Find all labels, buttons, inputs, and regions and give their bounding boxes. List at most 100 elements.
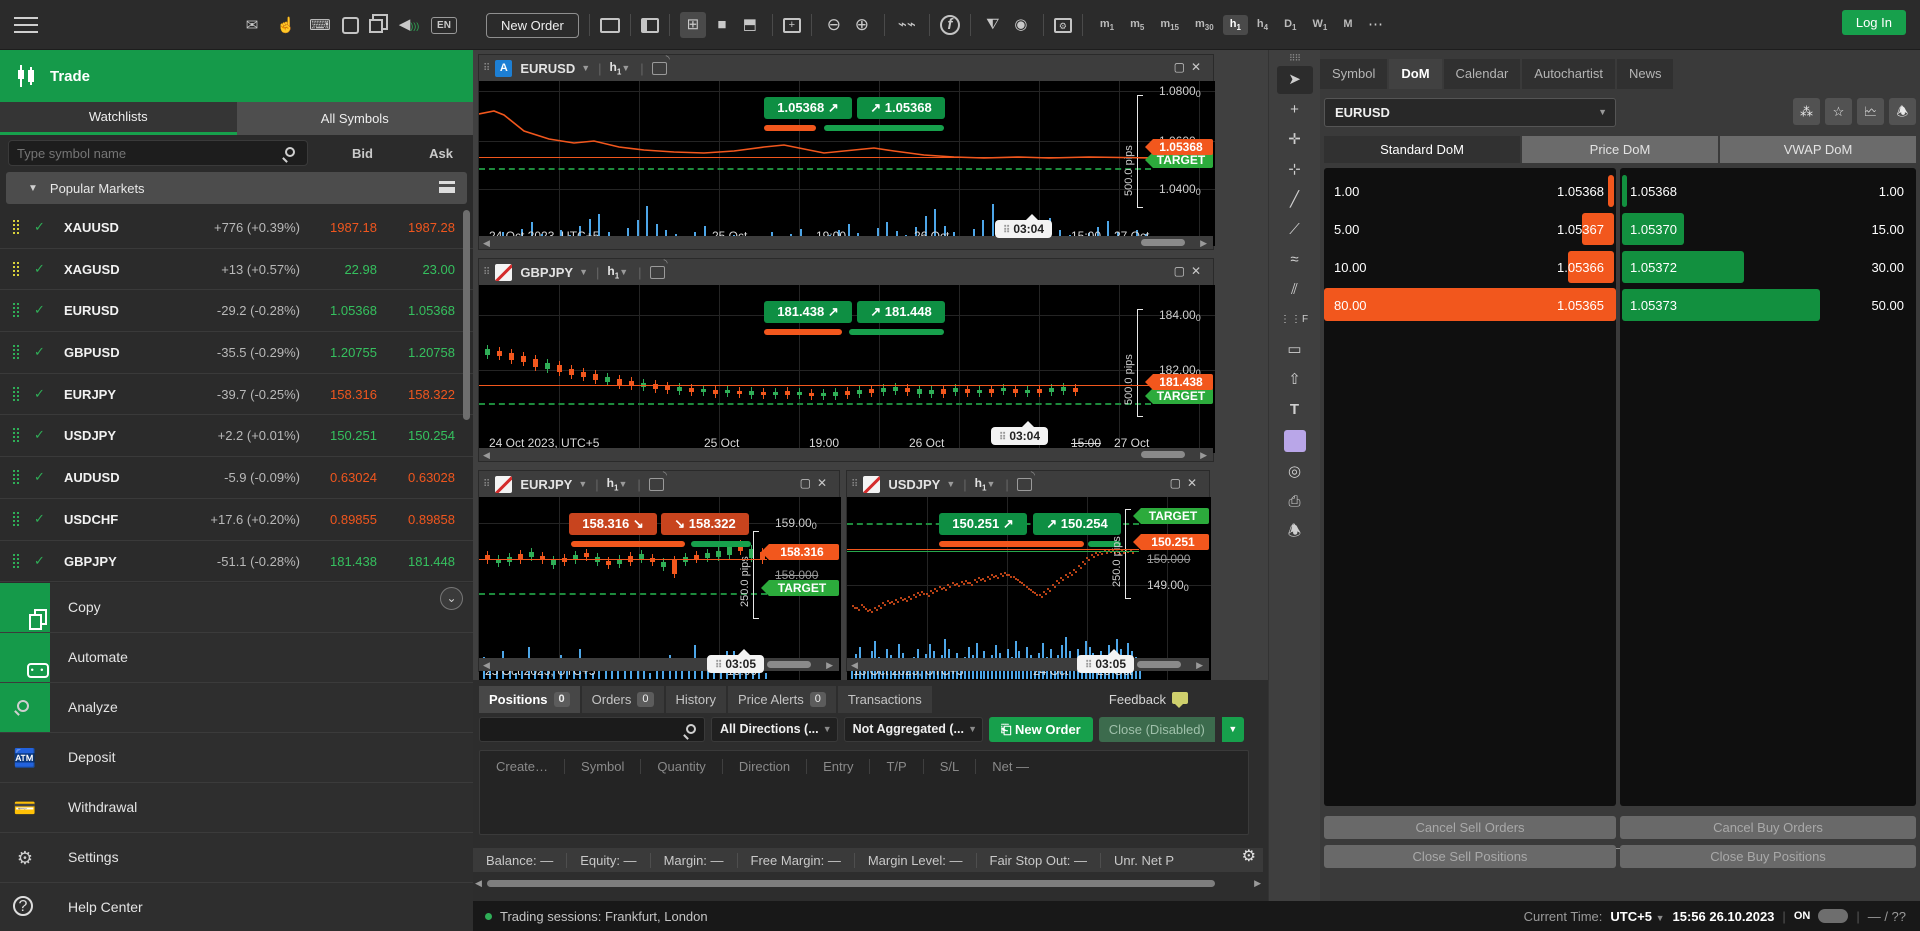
buy-button[interactable]: ↗ 150.254 — [1033, 513, 1121, 535]
chart-plot-eurusd[interactable]: 1.05368 ↗↗ 1.053681.080001.060001.040001… — [479, 81, 1215, 246]
chart-header[interactable]: ⠿GBPJPY▼|h1▼|▢✕ — [479, 259, 1213, 285]
timeframe-W1[interactable]: W1 — [1305, 15, 1334, 35]
drag-handle-icon[interactable] — [12, 511, 22, 529]
trade-banner[interactable]: Trade — [0, 50, 473, 102]
timeframe-m30[interactable]: m30 — [1188, 15, 1221, 35]
grid-4-view-icon[interactable]: ⊞ — [680, 12, 706, 38]
timeframe-m1[interactable]: m1 — [1093, 15, 1121, 35]
share-icon[interactable]: ⁂ — [1793, 98, 1820, 125]
dom-buy-row[interactable]: 1.053681.00 — [1620, 174, 1916, 211]
fullscreen-icon[interactable] — [342, 17, 359, 34]
group-header-popular-markets[interactable]: ▼ Popular Markets — [6, 172, 467, 204]
maximize-icon[interactable]: ▢ — [1174, 264, 1191, 278]
table-header-1[interactable]: Symbol — [565, 759, 641, 774]
chart-horizontal-scrollbar[interactable]: ◀▶ — [479, 658, 839, 671]
watchlist-row-XAUUSD[interactable]: ✓XAUUSD+776 (+0.39%)1987.181987.28 — [0, 207, 473, 249]
zoom-in-icon[interactable]: ⊕ — [850, 13, 874, 37]
language-selector[interactable]: EN — [431, 17, 457, 34]
watchlist-scroll-down-button[interactable]: ⌄ — [440, 587, 463, 610]
menu-item-analyze[interactable]: Analyze — [0, 683, 473, 733]
watchlist-row-GBPUSD[interactable]: ✓GBPUSD-35.5 (-0.29%)1.207551.20758 — [0, 332, 473, 374]
chart-header[interactable]: ⠿AEURUSD▼|h1▼|▢✕ — [479, 55, 1213, 81]
dom-tab-news[interactable]: News — [1617, 59, 1674, 89]
maximize-icon[interactable]: ▢ — [800, 476, 817, 490]
timeframe-h1[interactable]: h1 — [1223, 15, 1248, 35]
watchlist-ask[interactable]: 1.05368 — [408, 303, 455, 318]
watchlist-row-EURJPY[interactable]: ✓EURJPY-39.7 (-0.25%)158.316158.322 — [0, 374, 473, 416]
zoom-out-icon[interactable]: ⊖ — [822, 13, 846, 37]
single-view-icon[interactable]: ■ — [710, 13, 734, 37]
chart-horizontal-scrollbar[interactable]: ◀▶ — [479, 236, 1213, 249]
group-menu-icon[interactable] — [439, 181, 455, 193]
mail-icon[interactable]: ✉ — [240, 14, 264, 38]
drag-handle-icon[interactable] — [12, 553, 22, 571]
timeframe-D1[interactable]: D1 — [1277, 15, 1303, 35]
maximize-icon[interactable]: ▢ — [1174, 60, 1191, 74]
direction-filter-dropdown[interactable]: All Directions (...▼ — [711, 717, 838, 742]
chart-plot-gbpjpy[interactable]: 181.438 ↗↗ 181.448184.000182.000181.438T… — [479, 285, 1215, 453]
rectangle-tool-icon[interactable]: ▭ — [1277, 336, 1313, 364]
table-header-0[interactable]: Create… — [480, 759, 565, 774]
dom-sell-row[interactable]: 80.001.05365 — [1324, 288, 1616, 325]
new-order-button-bottom[interactable]: ⎗ New Order — [989, 717, 1093, 742]
drag-handle-icon[interactable] — [12, 261, 22, 279]
bottom-tab-history[interactable]: History — [666, 686, 726, 713]
timeframe-m15[interactable]: m15 — [1153, 15, 1186, 35]
fibonacci-tool-icon[interactable]: ⋮⋮F — [1277, 306, 1313, 334]
chart-link-none-icon[interactable] — [495, 476, 512, 493]
login-button[interactable]: Log In — [1842, 10, 1906, 35]
chart-drag-handle-icon[interactable]: ⠿ — [483, 63, 489, 74]
sell-button[interactable]: 1.05368 ↗ — [764, 97, 852, 119]
dom-sell-row[interactable]: 1.001.05368 — [1324, 174, 1616, 211]
close-buy-positions-button[interactable]: Close Buy Positions — [1620, 845, 1916, 868]
watchlist-bid[interactable]: 22.98 — [344, 262, 377, 277]
watchlist-bid[interactable]: 0.89855 — [330, 512, 377, 527]
dom-tab-dom[interactable]: DoM — [1389, 59, 1441, 89]
positions-search-input[interactable] — [479, 717, 705, 742]
trendline-tool-icon[interactable]: ╱ — [1277, 186, 1313, 214]
chart-header[interactable]: ⠿EURJPY▼|h1▼|▢✕ — [479, 471, 839, 497]
indicators-icon[interactable]: f — [940, 15, 960, 35]
popout-icon[interactable] — [649, 478, 664, 491]
watchlist-row-USDCHF[interactable]: ✓USDCHF+17.6 (+0.20%)0.898550.89858 — [0, 499, 473, 541]
chart-drag-handle-icon[interactable]: ⠿ — [483, 267, 489, 278]
chart-horizontal-scrollbar[interactable]: ◀▶ — [479, 448, 1213, 461]
bell-icon[interactable]: 🕭 — [1889, 98, 1916, 125]
crosshair-dot-tool-icon[interactable]: ✛ — [1277, 126, 1313, 154]
sell-button[interactable]: 150.251 ↗ — [939, 513, 1027, 535]
dom-tab-symbol[interactable]: Symbol — [1320, 59, 1387, 89]
gear-icon[interactable]: ⚙ — [1242, 846, 1256, 866]
tab-watchlists[interactable]: Watchlists — [0, 102, 237, 135]
watchlist-ask[interactable]: 23.00 — [422, 262, 455, 277]
speaker-icon[interactable]: ◀))) — [397, 13, 421, 38]
menu-item-copy[interactable]: Copy — [0, 583, 473, 633]
feedback-button[interactable]: Feedback — [1109, 692, 1188, 707]
chart-plot-eurjpy[interactable]: 158.316 ↘↘ 158.322159.000158.000158.316T… — [479, 497, 841, 681]
menu-item-help-center[interactable]: ?Help Center — [0, 883, 473, 931]
watchlist-ask[interactable]: 1.20758 — [408, 345, 455, 360]
watchlist-bid[interactable]: 158.316 — [330, 387, 377, 402]
drag-handle-icon[interactable] — [12, 344, 22, 362]
hamburger-menu-icon[interactable] — [14, 17, 38, 33]
watchlist-row-GBPJPY[interactable]: ✓GBPJPY-51.1 (-0.28%)181.438181.448 — [0, 541, 473, 583]
watchlist-row-USDJPY[interactable]: ✓USDJPY+2.2 (+0.01%)150.251150.254 — [0, 415, 473, 457]
keyboard-icon[interactable]: ⌨ — [308, 14, 332, 38]
close-icon[interactable]: ✕ — [1191, 264, 1207, 278]
buy-button[interactable]: ↗ 1.05368 — [857, 97, 945, 119]
symbol-search-input[interactable] — [8, 140, 308, 166]
snapshot-camera-icon[interactable]: ⎙ — [1277, 488, 1313, 516]
watchlist-row-XAGUSD[interactable]: ✓XAGUSD+13 (+0.57%)22.9823.00 — [0, 249, 473, 291]
drag-handle-icon[interactable] — [12, 427, 22, 445]
pointer-settings-icon[interactable]: ☝ — [274, 14, 298, 38]
table-header-3[interactable]: Direction — [723, 759, 807, 774]
tab-all-symbols[interactable]: All Symbols — [237, 102, 474, 135]
dom-sell-column[interactable]: 1.001.053685.001.0536710.001.0536680.001… — [1324, 168, 1616, 806]
watchlist-row-AUDUSD[interactable]: ✓AUDUSD-5.9 (-0.09%)0.630240.63028 — [0, 457, 473, 499]
table-header-5[interactable]: T/P — [870, 759, 923, 774]
watchlist-ask[interactable]: 1987.28 — [408, 220, 455, 235]
arrow-shape-tool-icon[interactable]: ⇧ — [1277, 366, 1313, 394]
timeframe-h4[interactable]: h4 — [1250, 15, 1275, 35]
chart-timeframe[interactable]: h1 — [610, 60, 622, 76]
chart-link-none-icon[interactable] — [863, 476, 880, 493]
menu-item-automate[interactable]: • •Automate — [0, 633, 473, 683]
